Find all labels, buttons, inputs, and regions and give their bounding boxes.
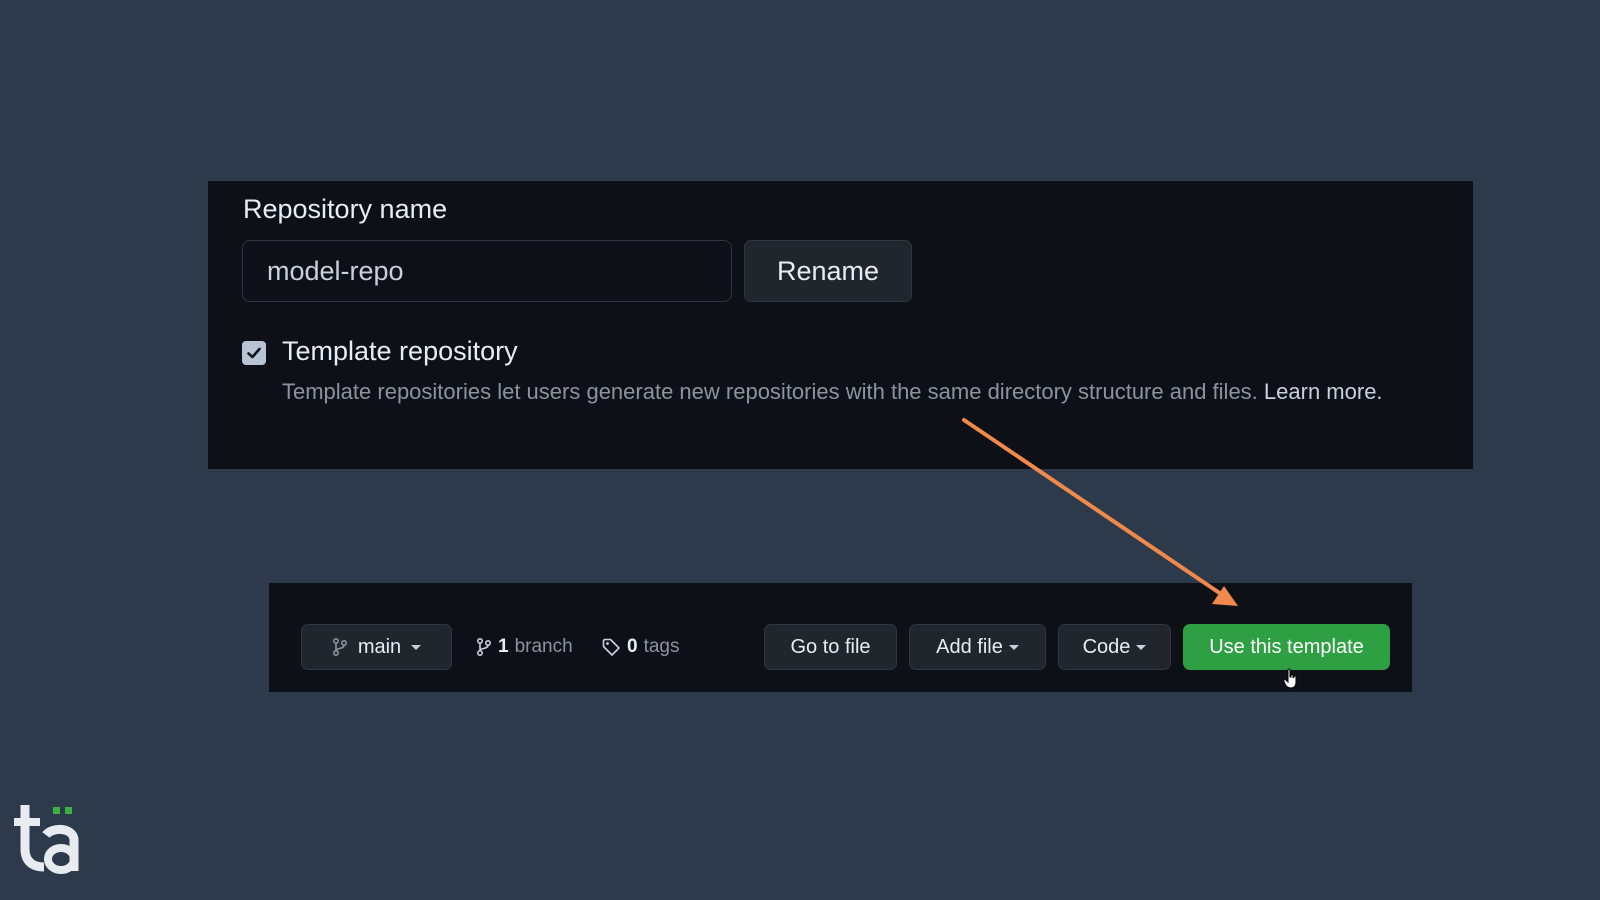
go-to-file-button[interactable]: Go to file — [764, 624, 897, 670]
use-this-template-button[interactable]: Use this template — [1183, 624, 1390, 670]
tag-icon — [602, 638, 620, 656]
repository-name-label: Repository name — [243, 194, 448, 224]
template-repository-label: Template repository — [282, 336, 518, 366]
template-repository-description: Template repositories let users generate… — [282, 379, 1383, 405]
chevron-down-icon — [1008, 644, 1019, 650]
learn-more-link[interactable]: Learn more. — [1264, 379, 1383, 404]
brand-logo — [14, 805, 79, 874]
branches-link[interactable]: 1 branch — [476, 636, 573, 658]
git-branch-icon — [332, 637, 347, 657]
template-repository-checkbox[interactable] — [242, 341, 266, 365]
add-file-button[interactable]: Add file — [909, 624, 1046, 670]
tags-link[interactable]: 0 tags — [601, 636, 680, 658]
rename-button[interactable]: Rename — [744, 240, 912, 302]
branch-label: branch — [514, 636, 573, 657]
code-button[interactable]: Code — [1058, 624, 1171, 670]
repository-name-input[interactable] — [242, 240, 732, 302]
template-description-text: Template repositories let users generate… — [282, 379, 1258, 404]
tag-count: 0 — [627, 636, 638, 657]
repository-toolbar: main 1 branch 0 tags Go to file Add file… — [269, 583, 1412, 692]
chevron-down-icon — [411, 644, 422, 650]
tag-label: tags — [643, 636, 680, 657]
repository-settings-panel: Repository name Rename Template reposito… — [208, 181, 1473, 469]
check-icon — [247, 347, 261, 359]
branch-count: 1 — [498, 636, 509, 657]
branch-selector-button[interactable]: main — [301, 624, 452, 670]
chevron-down-icon — [1136, 644, 1147, 650]
code-label: Code — [1082, 635, 1131, 658]
add-file-label: Add file — [936, 635, 1003, 658]
branch-name: main — [357, 635, 402, 658]
git-branch-icon — [476, 637, 492, 657]
hand-pointer-icon — [1283, 668, 1297, 689]
